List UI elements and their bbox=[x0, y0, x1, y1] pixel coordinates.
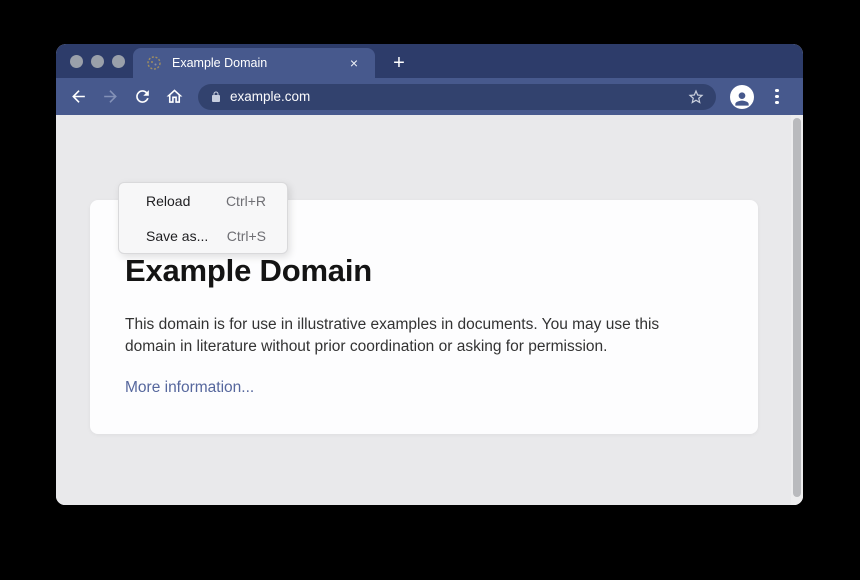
traffic-light-close[interactable] bbox=[70, 55, 83, 68]
browser-tab[interactable]: Example Domain × bbox=[133, 48, 375, 78]
traffic-light-zoom[interactable] bbox=[112, 55, 125, 68]
reload-icon bbox=[133, 87, 152, 106]
menu-item-shortcut: Ctrl+S bbox=[227, 228, 266, 244]
profile-button[interactable] bbox=[730, 85, 754, 109]
title-bar: Example Domain × + bbox=[56, 44, 803, 78]
menu-item-label: Save as... bbox=[146, 228, 208, 244]
back-button[interactable] bbox=[62, 81, 94, 113]
arrow-left-icon bbox=[69, 87, 88, 106]
page-paragraph: This domain is for use in illustrative e… bbox=[125, 314, 707, 358]
kebab-dot bbox=[775, 89, 778, 92]
traffic-light-minimize[interactable] bbox=[91, 55, 104, 68]
home-icon bbox=[165, 87, 184, 106]
bookmark-button[interactable] bbox=[686, 87, 706, 107]
tab-title: Example Domain bbox=[172, 56, 345, 70]
kebab-dot bbox=[775, 101, 778, 104]
home-button[interactable] bbox=[158, 81, 190, 113]
scrollbar-thumb[interactable] bbox=[793, 118, 801, 497]
browser-menu-button[interactable] bbox=[764, 84, 790, 110]
context-menu-item-save-as[interactable]: Save as... Ctrl+S bbox=[119, 218, 287, 253]
kebab-dot bbox=[775, 95, 778, 98]
url-text[interactable]: example.com bbox=[230, 89, 686, 104]
context-menu-item-reload[interactable]: Reload Ctrl+R bbox=[119, 183, 287, 218]
tab-close-icon[interactable]: × bbox=[345, 56, 363, 70]
more-information-link[interactable]: More information... bbox=[125, 379, 254, 396]
lock-icon bbox=[210, 91, 222, 103]
window-controls bbox=[70, 44, 125, 78]
browser-window: Example Domain × + bbox=[56, 44, 803, 505]
avatar-person-icon bbox=[732, 88, 752, 109]
star-outline-icon bbox=[687, 88, 705, 106]
context-menu: Reload Ctrl+R Save as... Ctrl+S bbox=[118, 182, 288, 254]
menu-item-label: Reload bbox=[146, 193, 190, 209]
page-scrollbar[interactable] bbox=[791, 115, 803, 505]
menu-item-shortcut: Ctrl+R bbox=[226, 193, 266, 209]
forward-button[interactable] bbox=[94, 81, 126, 113]
page-viewport: Example Domain This domain is for use in… bbox=[56, 115, 803, 505]
page-title: Example Domain bbox=[125, 253, 723, 289]
new-tab-button[interactable]: + bbox=[379, 48, 419, 78]
browser-toolbar: example.com bbox=[56, 78, 803, 115]
arrow-right-icon bbox=[101, 87, 120, 106]
reload-button[interactable] bbox=[126, 81, 158, 113]
globe-favicon-icon bbox=[146, 55, 162, 71]
address-bar[interactable]: example.com bbox=[198, 84, 716, 110]
